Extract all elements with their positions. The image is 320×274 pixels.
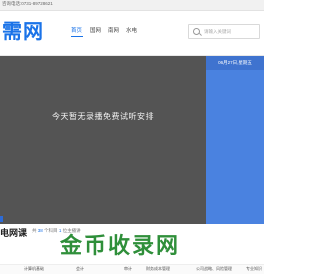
stats-prefix: 共 bbox=[32, 228, 37, 233]
site-logo[interactable]: 需网 bbox=[2, 20, 44, 44]
slider-handle[interactable] bbox=[0, 216, 3, 222]
hero-banner: 今天暂无录播免费试听安排 06月27日,星期五 bbox=[0, 56, 264, 224]
nav-state-grid[interactable]: 国网 bbox=[90, 26, 101, 34]
hotline-text: 咨询电话:0731-89728621 bbox=[2, 1, 53, 6]
search-input[interactable] bbox=[204, 27, 256, 35]
category-item[interactable]: 审计 bbox=[124, 266, 132, 272]
category-item[interactable]: 计算机基础 bbox=[24, 266, 44, 272]
nav-southern-grid[interactable]: 南网 bbox=[108, 26, 119, 34]
nav-hydropower[interactable]: 水电 bbox=[126, 26, 137, 34]
watermark-logo: 金币收录网 bbox=[60, 233, 181, 258]
course-count: 38 bbox=[37, 228, 43, 233]
category-item[interactable]: 专业知识 bbox=[246, 266, 262, 272]
stats-mid: 个科目 bbox=[44, 228, 58, 233]
category-item[interactable]: 公司战略、风险管理 bbox=[196, 266, 232, 272]
category-item[interactable]: 财务成本管理 bbox=[146, 266, 170, 272]
search-box[interactable] bbox=[188, 24, 260, 39]
search-icon[interactable] bbox=[193, 28, 200, 35]
nav-active-indicator bbox=[71, 36, 83, 37]
panel-date: 06月27日,星期五 bbox=[206, 56, 264, 70]
top-strip: 咨询电话:0731-89728621 bbox=[0, 0, 264, 11]
category-item[interactable]: 会计 bbox=[76, 266, 84, 272]
section-title: 电网课 bbox=[0, 228, 28, 238]
site-header: 需网 首页 国网 南网 水电 bbox=[0, 11, 264, 56]
nav-home[interactable]: 首页 bbox=[71, 26, 82, 34]
hero-caption: 今天暂无录播免费试听安排 bbox=[52, 112, 154, 121]
schedule-panel: 06月27日,星期五 bbox=[206, 56, 264, 224]
